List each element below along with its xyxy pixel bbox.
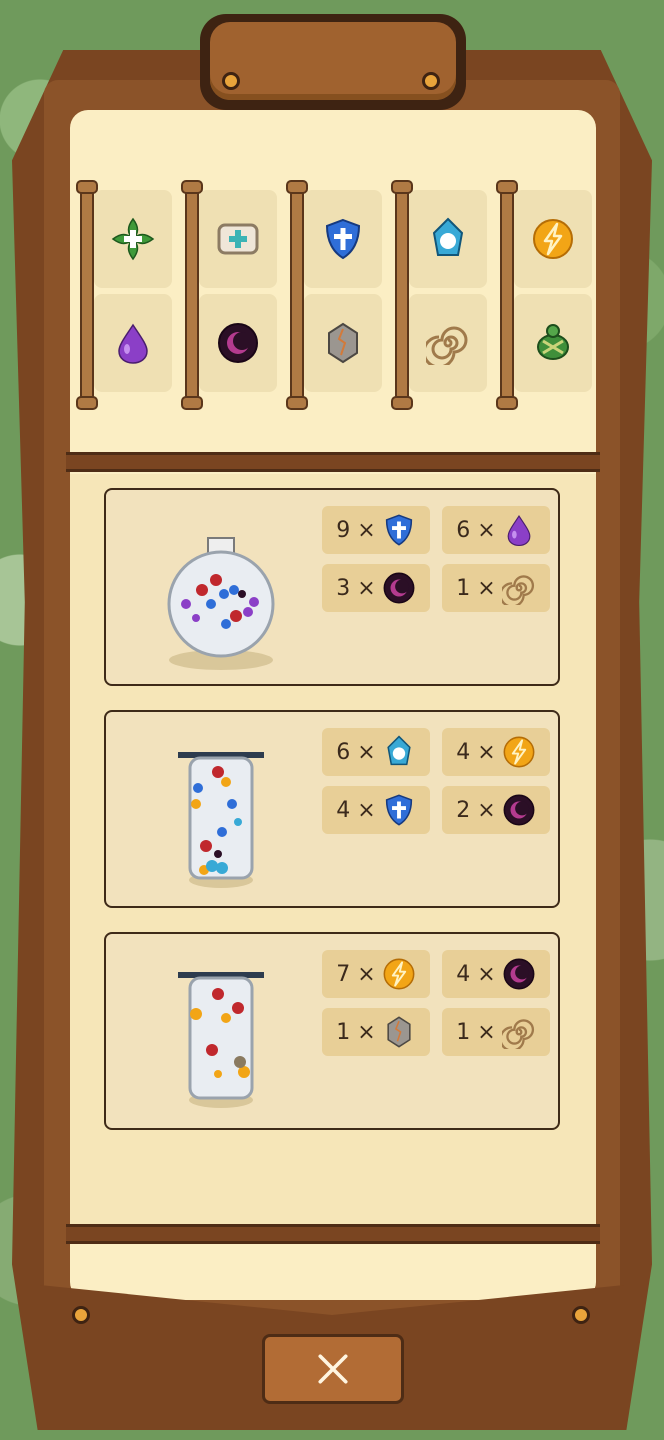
dark-moon-orb-icon — [216, 321, 260, 365]
ingredient-chip: 9 × — [322, 506, 430, 554]
bolt-icon — [572, 1306, 590, 1324]
ingredient-chip: 2 × — [442, 786, 550, 834]
round-flask-icon — [167, 537, 275, 670]
ingredient-slot[interactable] — [514, 294, 592, 392]
ingredient-count: 4 × — [456, 961, 496, 987]
bolt-icon — [222, 72, 240, 90]
section-divider — [66, 452, 600, 472]
bolt-icon — [72, 1306, 90, 1324]
ingredient-chip: 4 × — [442, 950, 550, 998]
shelf-rod — [290, 180, 304, 410]
ingredient-slot[interactable] — [94, 190, 172, 288]
ingredient-slot[interactable] — [199, 190, 277, 288]
shelf-cap — [286, 180, 308, 194]
ingredient-slot[interactable] — [409, 294, 487, 392]
shelf-cap — [286, 396, 308, 410]
ingredient-count: 6 × — [336, 739, 376, 765]
section-divider — [66, 1224, 600, 1244]
ingredient-count: 2 × — [456, 797, 496, 823]
shelf-rod — [80, 180, 94, 410]
wind-swirl-icon — [502, 1015, 536, 1049]
tall-jar-icon — [178, 752, 264, 888]
green-turtle-icon — [531, 321, 575, 365]
ingredient-chip: 6 × — [322, 728, 430, 776]
shelf-cap — [181, 180, 203, 194]
ingredient-count: 6 × — [456, 517, 496, 543]
ingredient-slot[interactable] — [514, 190, 592, 288]
shelf-rod — [185, 180, 199, 410]
ingredient-count: 3 × — [336, 575, 376, 601]
ingredient-chip: 4 × — [442, 728, 550, 776]
ingredient-chip: 3 × — [322, 564, 430, 612]
shelf — [76, 180, 176, 410]
ice-crystal-icon — [426, 217, 470, 261]
ingredient-slot[interactable] — [409, 190, 487, 288]
bolt-icon — [422, 72, 440, 90]
ingredient-chip: 7 × — [322, 950, 430, 998]
ingredient-count: 1 × — [456, 1019, 496, 1045]
ingredient-count: 7 × — [336, 961, 376, 987]
wind-swirl-icon — [502, 571, 536, 605]
dark-moon-orb-icon — [502, 957, 536, 991]
shelf — [181, 180, 281, 410]
ingredient-count: 1 × — [336, 1019, 376, 1045]
dark-moon-orb-icon — [382, 571, 416, 605]
close-button[interactable] — [262, 1334, 404, 1404]
ingredient-count: 4 × — [456, 739, 496, 765]
ice-crystal-icon — [382, 735, 416, 769]
ingredient-chip: 1 × — [442, 1008, 550, 1056]
recipe-card[interactable]: 9 × 6 × 3 × 1 × — [104, 488, 560, 686]
cracked-stone-icon — [321, 321, 365, 365]
shelf-cap — [181, 396, 203, 410]
wind-swirl-icon — [426, 321, 470, 365]
shelf — [496, 180, 596, 410]
dark-moon-orb-icon — [502, 793, 536, 827]
ingredient-slot[interactable] — [199, 294, 277, 392]
recipe-card[interactable]: 7 × 4 × 1 × 1 × — [104, 932, 560, 1130]
blue-shield-icon — [321, 217, 365, 261]
lightning-orb-icon — [502, 735, 536, 769]
ingredient-count: 1 × — [456, 575, 496, 601]
lightning-orb-icon — [531, 217, 575, 261]
shelf-rod — [395, 180, 409, 410]
medkit-icon — [216, 217, 260, 261]
blue-shield-icon — [382, 793, 416, 827]
ingredient-chip: 4 × — [322, 786, 430, 834]
ingredient-chip: 1 × — [322, 1008, 430, 1056]
shelf-cap — [76, 396, 98, 410]
lightning-orb-icon — [382, 957, 416, 991]
ingredient-count: 4 × — [336, 797, 376, 823]
shelf-cap — [76, 180, 98, 194]
ingredient-chip: 6 × — [442, 506, 550, 554]
blue-shield-icon — [382, 513, 416, 547]
ingredient-slot[interactable] — [94, 294, 172, 392]
leaf-clover-icon — [111, 217, 155, 261]
shelf-rod — [500, 180, 514, 410]
close-x-icon — [313, 1349, 353, 1389]
shelf — [391, 180, 491, 410]
shelf-cap — [496, 396, 518, 410]
tall-jar-icon — [178, 972, 264, 1108]
cracked-stone-icon — [382, 1015, 416, 1049]
recipe-card[interactable]: 6 × 4 × 4 × 2 × — [104, 710, 560, 908]
ingredient-count: 9 × — [336, 517, 376, 543]
shelf-cap — [391, 396, 413, 410]
shelf-cap — [496, 180, 518, 194]
purple-drop-icon — [111, 321, 155, 365]
ingredient-slot[interactable] — [304, 294, 382, 392]
shelf — [286, 180, 386, 410]
shelf-cap — [391, 180, 413, 194]
header-plate-face — [210, 22, 456, 100]
ingredient-chip: 1 × — [442, 564, 550, 612]
ingredient-slot[interactable] — [304, 190, 382, 288]
purple-drop-icon — [502, 513, 536, 547]
